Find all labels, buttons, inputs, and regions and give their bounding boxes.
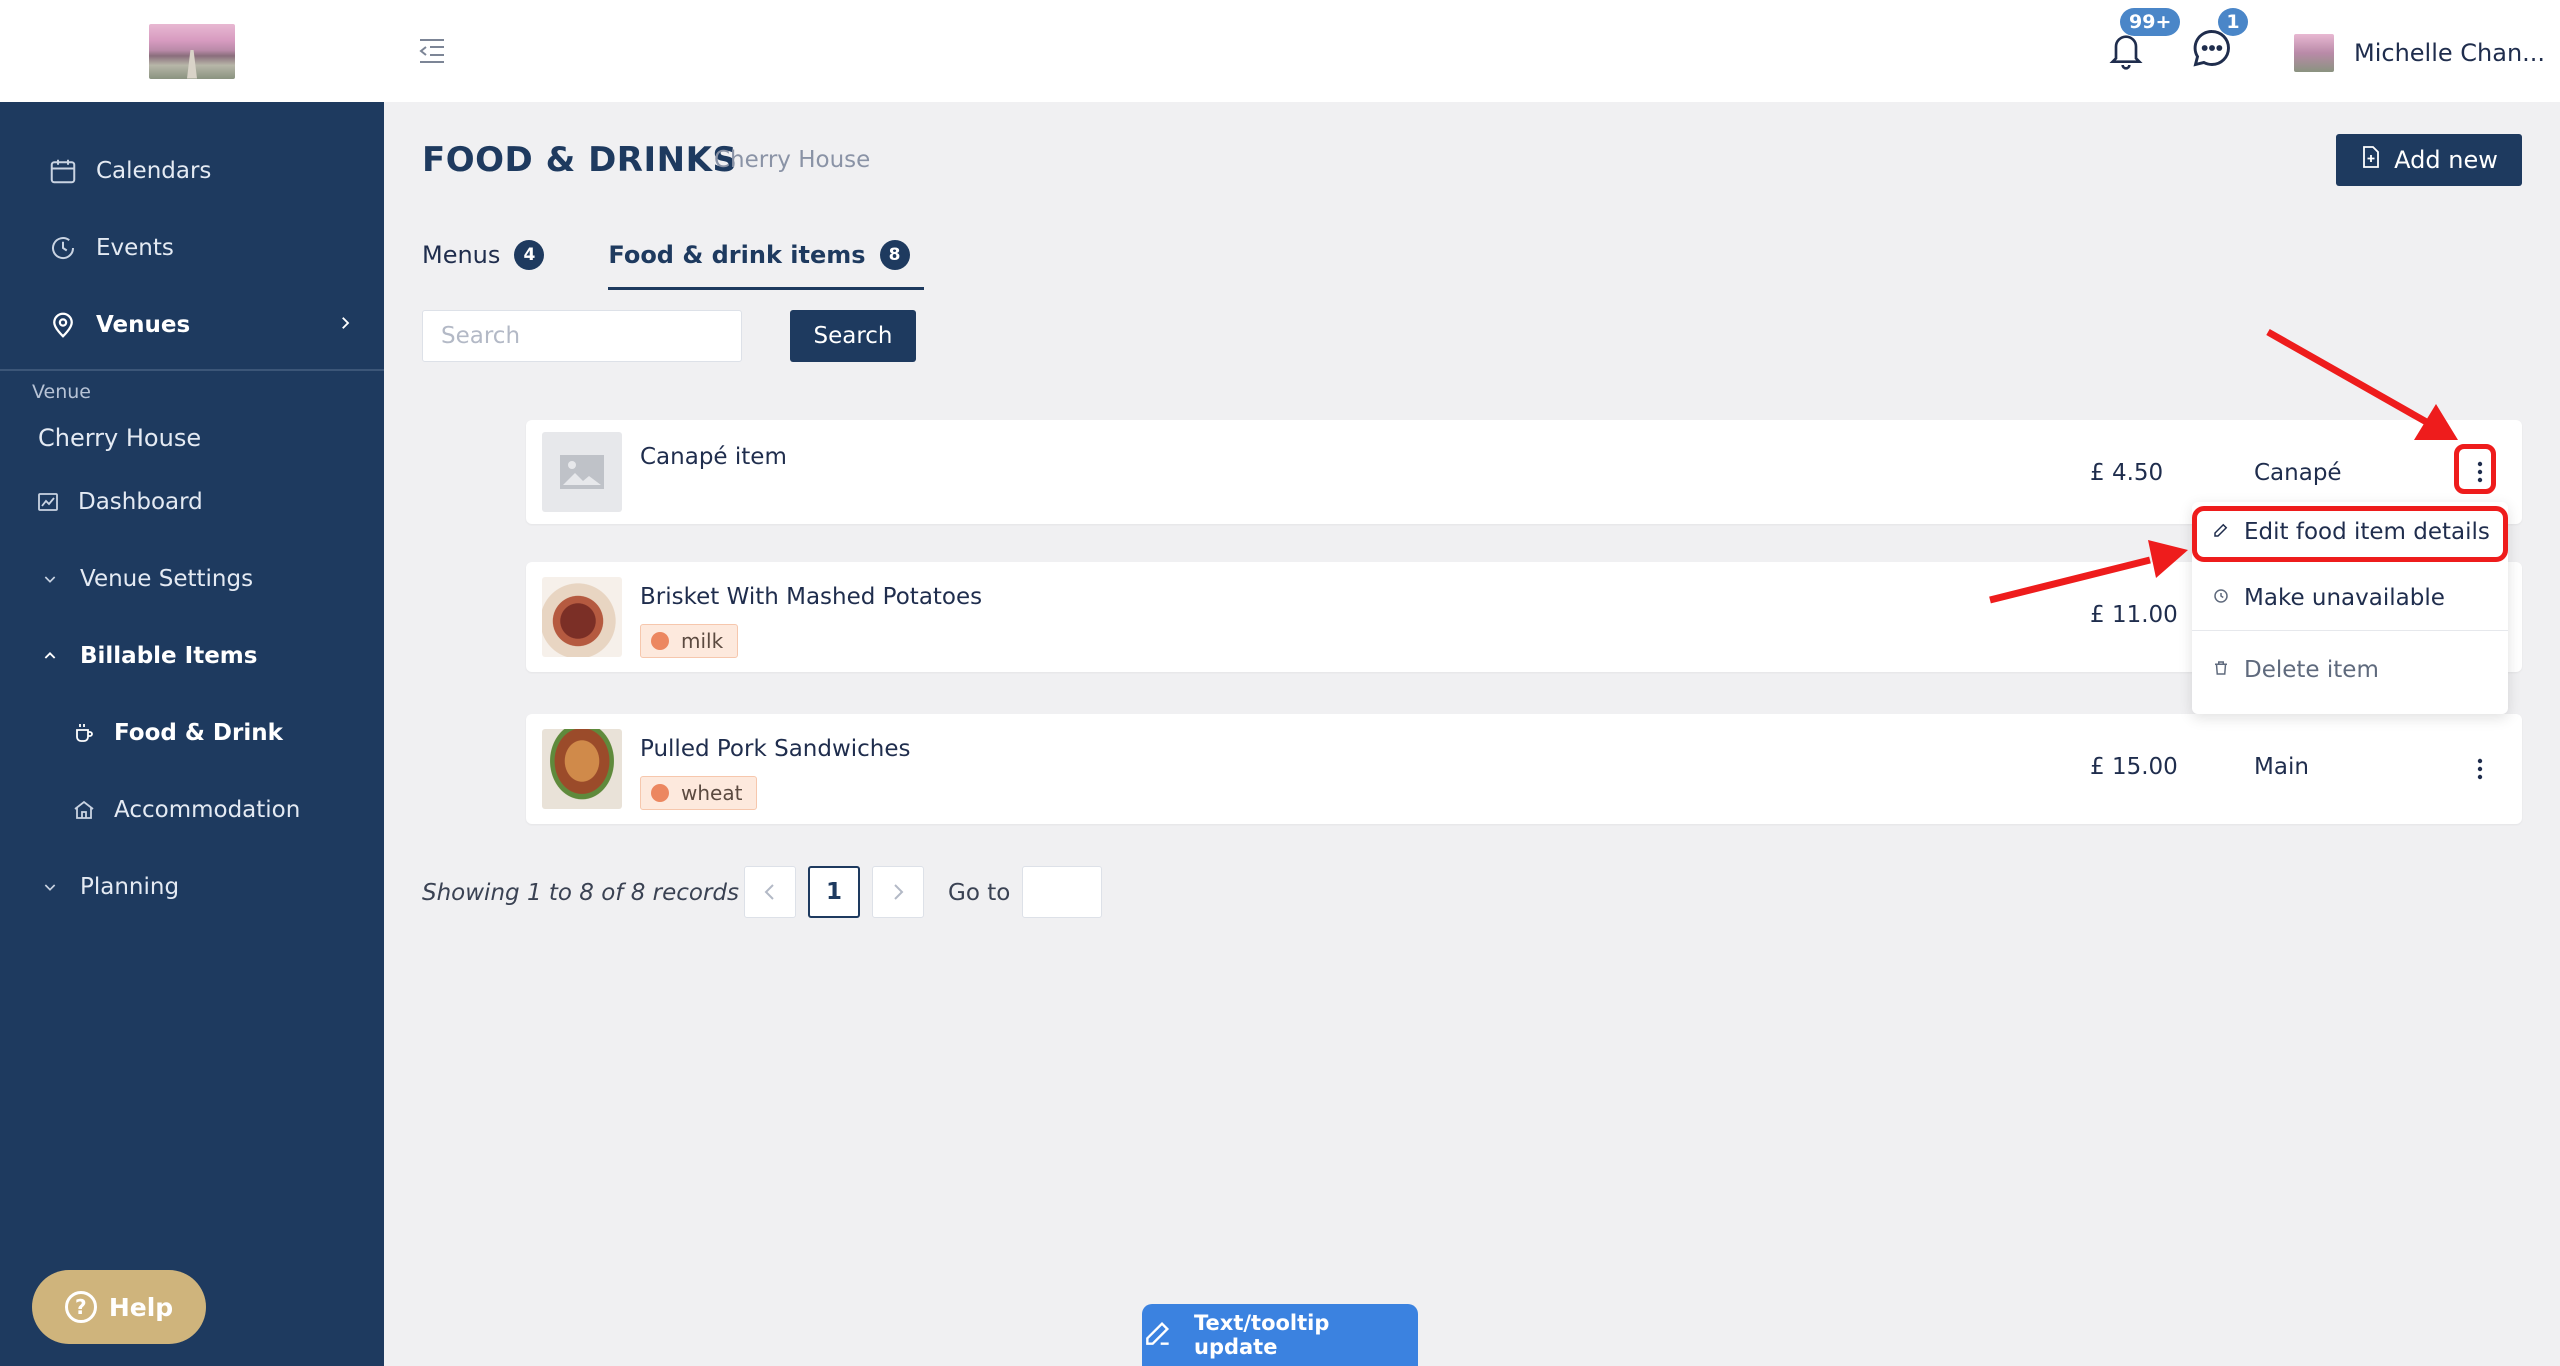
clock-icon (48, 233, 78, 263)
sidebar-item-label: Accommodation (114, 796, 301, 823)
goto-page-input[interactable] (1022, 866, 1102, 918)
item-name: Brisket With Mashed Potatoes (640, 584, 983, 610)
page-1-button[interactable]: 1 (808, 866, 860, 918)
allergen-tag: milk (640, 624, 739, 658)
sidebar-item-venue-settings[interactable]: Venue Settings (0, 540, 384, 617)
sidebar-item-billable-items[interactable]: Billable Items (0, 617, 384, 694)
sidebar-item-label: Planning (80, 873, 180, 900)
annotation-highlight-kebab (2454, 444, 2496, 494)
sidebar-item-label: Venue Settings (80, 565, 254, 592)
item-price: £ 15.00 (2090, 754, 2178, 780)
user-menu[interactable]: Michelle Chan... (2294, 34, 2545, 72)
sidebar-item-accommodation[interactable]: Accommodation (0, 771, 384, 848)
page-subtitle: Cherry House (714, 147, 871, 173)
sidebar-item-calendars[interactable]: Calendars (0, 132, 384, 209)
map-pin-icon (48, 310, 78, 340)
clock-icon (2212, 585, 2230, 611)
next-page-button[interactable] (872, 866, 924, 918)
house-icon (72, 798, 96, 822)
add-new-label: Add new (2394, 146, 2498, 174)
avatar (2294, 34, 2334, 72)
allergen-label: milk (681, 629, 724, 653)
sidebar-item-label: Events (96, 234, 174, 261)
tab-count: 8 (879, 240, 910, 270)
add-file-icon (2360, 145, 2382, 175)
logo-image (149, 23, 235, 79)
annotation-highlight-edit (2192, 506, 2508, 562)
item-price: £ 4.50 (2090, 460, 2164, 486)
collapse-menu-icon[interactable] (416, 36, 448, 70)
sidebar-item-venues[interactable]: Venues (0, 286, 384, 363)
help-button[interactable]: ? Help (32, 1270, 206, 1344)
tab-menus[interactable]: Menus 4 (422, 230, 545, 280)
page-title: FOOD & DRINKS (422, 140, 738, 180)
coffee-cup-icon (72, 721, 96, 745)
item-thumbnail (542, 577, 622, 657)
sidebar: Calendars Events Venues Venue Cherry Hou… (0, 0, 384, 1366)
sidebar-item-food-drink[interactable]: Food & Drink (0, 694, 384, 771)
chevron-up-icon (38, 644, 62, 668)
tooltip-update-label: Text/tooltip update (1194, 1311, 1330, 1359)
trash-icon (2212, 657, 2230, 683)
sidebar-item-planning[interactable]: Planning (0, 848, 384, 925)
item-name: Canapé item (640, 444, 787, 470)
menu-item-label: Delete item (2244, 657, 2379, 683)
main-content: FOOD & DRINKS Cherry House Add new Menus… (384, 102, 2560, 1366)
sidebar-item-events[interactable]: Events (0, 209, 384, 286)
messages-badge: 1 (2218, 8, 2248, 36)
chart-icon (36, 490, 60, 514)
sidebar-item-label: Food & Drink (114, 719, 283, 746)
pagination-summary: Showing 1 to 8 of 8 records (422, 880, 740, 906)
notifications-badge: 99+ (2120, 8, 2181, 36)
calendar-icon (48, 156, 78, 186)
chevron-down-icon (38, 875, 62, 899)
item-category: Main (2254, 754, 2309, 780)
item-price: £ 11.00 (2090, 602, 2178, 628)
make-unavailable-menu-item[interactable]: Make unavailable (2192, 568, 2508, 628)
question-icon: ? (64, 1291, 97, 1323)
sidebar-item-label: Calendars (96, 157, 212, 184)
table-row[interactable]: Pulled Pork Sandwiches wheat £ 15.00 Mai… (526, 714, 2522, 824)
item-thumbnail (542, 729, 622, 809)
chevron-right-icon (336, 312, 354, 338)
tab-food-drink-items[interactable]: Food & drink items 8 (608, 230, 924, 290)
tooltip-update-button[interactable]: Text/tooltip update (1142, 1304, 1418, 1366)
allergen-tag: wheat (640, 776, 758, 810)
tab-count: 4 (514, 240, 545, 270)
tab-label: Menus (422, 241, 501, 269)
more-options-icon[interactable] (2462, 749, 2498, 789)
search-input[interactable] (422, 310, 742, 362)
image-placeholder-icon (542, 432, 622, 512)
add-new-button[interactable]: Add new (2336, 134, 2522, 186)
sidebar-item-label: Venues (96, 311, 191, 338)
user-name: Michelle Chan... (2354, 39, 2546, 67)
delete-item-menu-item[interactable]: Delete item (2192, 640, 2508, 700)
tabs: Menus 4 Food & drink items 8 (422, 230, 924, 290)
item-category: Canapé (2254, 460, 2342, 486)
allergen-icon (651, 784, 669, 802)
sidebar-item-label: Dashboard (78, 488, 203, 515)
allergen-label: wheat (681, 781, 743, 805)
help-label: Help (108, 1292, 174, 1322)
goto-label: Go to (948, 880, 1011, 906)
chevron-down-icon (38, 567, 62, 591)
venue-name: Cherry House (38, 424, 202, 452)
item-name: Pulled Pork Sandwiches (640, 736, 911, 762)
menu-item-label: Make unavailable (2244, 585, 2445, 611)
main-nav: Calendars Events Venues (0, 102, 384, 363)
allergen-icon (651, 632, 669, 650)
topbar: 99+ 1 Michelle Chan... (384, 0, 2560, 102)
venue-label: Venue (32, 381, 91, 403)
prev-page-button[interactable] (744, 866, 796, 918)
sidebar-item-dashboard[interactable]: Dashboard (0, 463, 384, 540)
logo[interactable] (0, 0, 384, 102)
menu-divider (2192, 630, 2508, 631)
tab-label: Food & drink items (608, 241, 866, 269)
search-button[interactable]: Search (790, 310, 916, 362)
pencil-icon (1142, 1317, 1174, 1354)
sidebar-item-label: Billable Items (80, 642, 258, 669)
